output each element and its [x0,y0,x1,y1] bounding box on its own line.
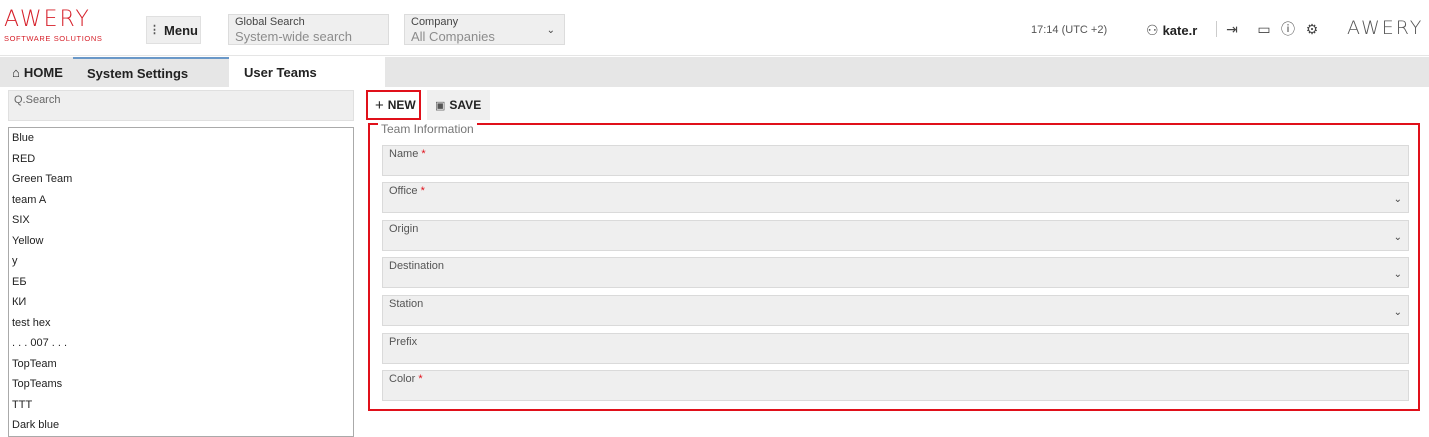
station-label: Station [389,298,424,310]
username: kate.r [1162,22,1198,38]
list-item[interactable]: . . . 007 . . . [9,333,353,354]
save-button[interactable]: ▣ SAVE [427,90,490,120]
office-select[interactable]: Office * ⌄ [382,182,1409,213]
chevron-down-icon: ⌄ [1393,232,1402,243]
chevron-down-icon: ⌄ [1393,194,1402,205]
logo-subtitle: SOFTWARE SOLUTIONS [4,34,103,43]
tab-home-label: HOME [23,64,63,80]
header-divider [1216,21,1217,37]
list-item[interactable]: Dark blue [9,415,353,436]
list-item[interactable]: Green Team [9,169,353,190]
prefix-label: Prefix [389,336,418,348]
tab-bar: ⌂ HOME System Settings User Teams [0,57,1429,87]
company-value: All Companies [411,29,495,44]
logo-text: AWERY [4,7,91,32]
field-label: Office * [389,185,425,197]
list-item[interactable]: Yellow [9,231,353,252]
team-information-panel: Team Information Name * Office * ⌄ Origi… [368,123,1420,411]
settings-icon[interactable]: ⚙ [1303,20,1321,38]
list-item[interactable]: Blue [9,128,353,149]
new-button[interactable]: + NEW [366,90,421,120]
save-icon: ▣ [435,99,446,112]
new-button-label: NEW [387,98,416,112]
list-item[interactable]: TTT [9,395,353,416]
destination-label: Destination [389,260,445,272]
global-search-placeholder: System-wide search [235,29,353,44]
name-label: Name [389,148,419,160]
save-button-label: SAVE [449,98,482,112]
field-label: Name * [389,148,426,160]
list-item[interactable]: TopTeam [9,354,353,375]
chat-icon[interactable]: ▭ [1255,20,1273,38]
menu-label: Menu [164,22,198,38]
tab-user-teams-label: User Teams [244,64,317,80]
origin-label: Origin [389,223,419,235]
team-list[interactable]: Blue RED Green Team team A SIX Yellow y … [8,127,354,437]
tab-user-teams[interactable]: User Teams [229,57,385,87]
color-label: Color [389,373,416,385]
quick-search-placeholder: Q.Search [14,94,61,106]
name-field[interactable]: Name * [382,145,1409,176]
user-menu[interactable]: ⚇ kate.r [1146,22,1197,38]
app-header: AWERY SOFTWARE SOLUTIONS ⋮ Menu Global S… [0,0,1429,56]
list-item[interactable]: team A [9,190,353,211]
chevron-down-icon: ⌄ [1393,269,1402,280]
destination-select[interactable]: Destination ⌄ [382,257,1409,288]
tab-home[interactable]: ⌂ HOME [0,57,73,87]
awery-logo[interactable]: AWERY SOFTWARE SOLUTIONS [4,9,124,49]
station-select[interactable]: Station ⌄ [382,295,1409,326]
global-search-input[interactable]: Global Search System-wide search [228,14,389,45]
menu-button[interactable]: ⋮ Menu [146,16,201,44]
plus-icon: + [375,96,384,114]
list-item[interactable]: ЕБ [9,272,353,293]
list-item[interactable]: test hex [9,313,353,334]
list-item[interactable]: y [9,251,353,272]
tab-system-settings[interactable]: System Settings [73,57,229,87]
list-item[interactable]: КИ [9,292,353,313]
list-item[interactable]: RED [9,149,353,170]
global-search-label: Global Search [235,16,305,28]
awery-brand-logo: AWERY [1347,17,1424,39]
chevron-down-icon: ⌄ [1393,307,1402,318]
user-icon: ⚇ [1146,21,1159,38]
menu-dots-icon: ⋮ [149,23,161,36]
list-item[interactable]: SIX [9,210,353,231]
info-icon[interactable]: ⓘ [1279,20,1297,38]
clock-time: 17:14 (UTC +2) [1031,24,1108,36]
chevron-down-icon: ⌄ [546,25,555,36]
company-select[interactable]: Company All Companies ⌄ [404,14,565,45]
home-icon: ⌂ [12,64,20,80]
field-label: Color * [389,373,423,385]
quick-search-input[interactable]: Q.Search [8,90,354,121]
origin-select[interactable]: Origin ⌄ [382,220,1409,251]
required-marker: * [418,373,423,385]
color-field[interactable]: Color * [382,370,1409,401]
company-label: Company [411,16,459,28]
office-label: Office [389,185,418,197]
panel-legend: Team Information [378,123,477,137]
required-marker: * [420,185,425,197]
prefix-field[interactable]: Prefix [382,333,1409,364]
tab-system-settings-label: System Settings [87,65,189,81]
logout-icon[interactable]: ⇥ [1223,20,1241,38]
list-item[interactable]: TopTeams [9,374,353,395]
required-marker: * [421,148,426,160]
